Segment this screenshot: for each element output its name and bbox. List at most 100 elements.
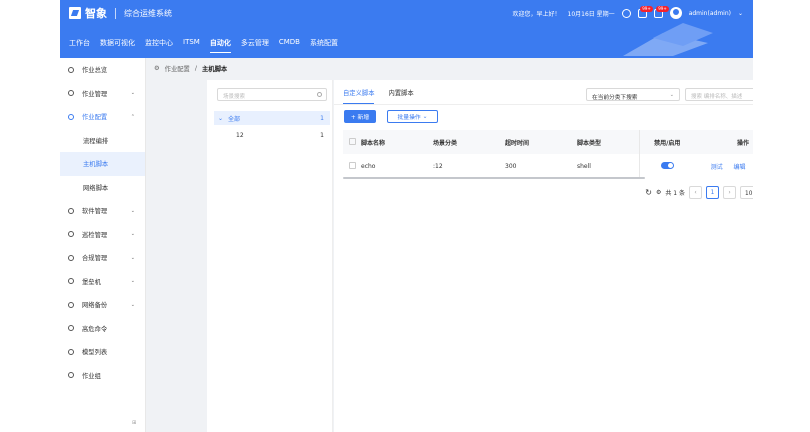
user-name[interactable]: admin(admin) — [689, 10, 731, 17]
software-icon — [68, 207, 74, 214]
select-all-checkbox[interactable] — [343, 130, 361, 154]
breadcrumb: ⚙ 作业配置 / 主机脚本 — [154, 64, 227, 73]
nav-item[interactable]: CMDB — [279, 38, 300, 53]
job-manage-icon — [68, 90, 74, 97]
keyword-search-placeholder: 搜索 编排名称、描述 — [691, 94, 743, 100]
nav-item[interactable]: 多云管理 — [241, 38, 269, 53]
sidebar-item-label: 模型列表 — [82, 349, 108, 357]
tree-node-12[interactable]: 12 1 — [214, 128, 330, 142]
col-header-type[interactable]: 脚本类型 — [577, 130, 639, 154]
sidebar-item[interactable]: 高危命令 — [60, 317, 145, 341]
logo[interactable]: 智象 综合运维系统 — [69, 5, 172, 21]
sidebar-item[interactable]: 网络脚本 — [60, 176, 145, 200]
prev-page-button[interactable]: ‹ — [689, 186, 702, 199]
nav-item[interactable]: ITSM — [183, 38, 200, 53]
sidebar-item-label: 作业组 — [82, 372, 101, 380]
chevron-up-icon[interactable]: ⌃ — [131, 114, 135, 120]
header-right: 欢迎您，早上好！ 10月16日 星期一 99+ 99+ admin(admin)… — [512, 5, 743, 19]
tab-custom-script[interactable]: 自定义脚本 — [343, 88, 375, 104]
col-header-actions: 操作 — [695, 130, 753, 154]
inspection-icon — [68, 231, 74, 238]
system-name: 综合运维系统 — [124, 8, 172, 18]
batch-action-button[interactable]: 批量操作 ⌄ — [387, 110, 438, 123]
tree-node-count: 1 — [320, 131, 324, 139]
chevron-down-icon[interactable]: ⌄ — [131, 302, 135, 308]
nav-item[interactable]: 监控中心 — [145, 38, 173, 53]
chevron-down-icon: ⌄ — [669, 92, 674, 98]
sidebar-item[interactable]: 流程编排 — [60, 129, 145, 153]
sidebar-item[interactable]: 合规管理 ⌄ — [60, 246, 145, 270]
model-icon — [68, 348, 74, 355]
next-page-button[interactable]: › — [723, 186, 736, 199]
table-row: echo :12 300 shell 测试 编辑 更多 ⌄ — [343, 154, 753, 178]
chevron-down-icon: ⌄ — [422, 113, 428, 120]
sidebar-item-label: 堡垒机 — [82, 278, 101, 286]
chevron-down-icon[interactable]: ⌄ — [131, 208, 135, 214]
row-checkbox[interactable] — [343, 154, 361, 178]
settings-icon[interactable]: ⚙ — [656, 189, 661, 196]
sidebar-item[interactable]: 网络备份 ⌄ — [60, 293, 145, 317]
col-header-timeout[interactable]: 超时时间 — [505, 130, 577, 154]
keyword-search-input[interactable]: 搜索 编排名称、描述 — [685, 88, 753, 101]
bastion-icon — [68, 278, 74, 285]
col-header-category[interactable]: 场景分类 — [433, 130, 505, 154]
sidebar-item[interactable]: 作业配置 ⌃ — [60, 105, 145, 129]
script-name-link[interactable]: echo — [361, 154, 433, 178]
search-scope-select[interactable]: 在当前分类下搜索 ⌄ — [586, 88, 680, 101]
tab-builtin-script[interactable]: 内置脚本 — [388, 88, 413, 104]
scene-search-placeholder: 场景搜索 — [223, 94, 246, 100]
logo-divider — [115, 7, 116, 19]
nav-item[interactable]: 系统配置 — [310, 38, 338, 53]
enable-toggle[interactable] — [660, 161, 674, 169]
sidebar-item[interactable]: 堡垒机 ⌄ — [60, 270, 145, 294]
message-badge: 99+ — [640, 5, 653, 12]
batch-action-label: 批量操作 — [397, 115, 421, 121]
notification-icon[interactable]: 99+ — [653, 5, 669, 18]
search-icon[interactable] — [317, 92, 322, 97]
page-size-select[interactable]: 10 条/页 ⌄ — [740, 186, 753, 199]
chevron-down-icon[interactable]: ⌄ — [131, 90, 135, 96]
nav-item[interactable]: 自动化 — [209, 38, 231, 53]
test-action[interactable]: 测试 — [711, 164, 723, 171]
sidebar-item[interactable]: 巡检管理 ⌄ — [60, 223, 145, 247]
sidebar-item[interactable]: 作业组 — [60, 364, 145, 388]
backup-icon — [68, 301, 74, 308]
row-actions: 测试 编辑 更多 ⌄ — [695, 154, 753, 178]
breadcrumb-parent[interactable]: 作业配置 — [165, 64, 190, 73]
chevron-down-icon[interactable]: ⌄ — [131, 255, 135, 261]
edit-action[interactable]: 编辑 — [734, 164, 746, 171]
sidebar-item-label: 作业总览 — [82, 67, 108, 75]
sidebar-item[interactable]: 主机脚本 — [60, 152, 145, 176]
page-number[interactable]: 1 — [706, 186, 719, 199]
nav-item[interactable]: 数据可视化 — [100, 38, 135, 53]
sidebar-item-label: 主机脚本 — [83, 161, 109, 169]
add-script-button[interactable]: + 新增 — [344, 110, 376, 123]
scene-search-input[interactable]: 场景搜索 — [217, 88, 327, 101]
search-icon[interactable] — [621, 8, 631, 18]
sidebar-item-label: 巡检管理 — [82, 231, 108, 239]
tree-node-all[interactable]: ⌄ 全部 1 — [214, 111, 330, 125]
header-decoration — [623, 23, 713, 56]
sidebar-item[interactable]: 模型列表 — [60, 340, 145, 364]
col-header-name[interactable]: 脚本名称 — [361, 130, 433, 154]
chevron-down-icon[interactable]: ⌄ — [131, 231, 135, 237]
sidebar-item-label: 网络备份 — [82, 302, 108, 310]
compliance-icon — [68, 254, 74, 261]
chevron-down-icon[interactable]: ⌄ — [218, 115, 223, 122]
sidebar-item[interactable]: 软件管理 ⌄ — [60, 199, 145, 223]
sidebar-item[interactable]: 作业管理 ⌄ — [60, 82, 145, 106]
script-type: shell — [577, 162, 591, 170]
top-nav: 工作台 数据可视化 监控中心 ITSM 自动化 多云管理 CMDB 系统配置 — [69, 38, 338, 53]
danger-icon — [68, 325, 74, 332]
nav-item[interactable]: 工作台 — [69, 38, 90, 53]
avatar[interactable] — [669, 7, 682, 19]
sidebar-item[interactable]: 作业总览 — [60, 58, 145, 82]
chevron-down-icon[interactable]: ⌄ — [738, 10, 743, 17]
refresh-icon[interactable]: ↻ — [645, 188, 652, 197]
collapse-sidebar-icon[interactable]: ⊞ — [132, 420, 136, 426]
search-scope-value: 在当前分类下搜索 — [592, 95, 638, 101]
table-horizontal-scrollbar[interactable] — [343, 177, 645, 179]
enable-toggle-cell — [638, 154, 695, 178]
chevron-down-icon[interactable]: ⌄ — [131, 278, 135, 284]
message-icon[interactable]: 99+ — [637, 5, 653, 18]
